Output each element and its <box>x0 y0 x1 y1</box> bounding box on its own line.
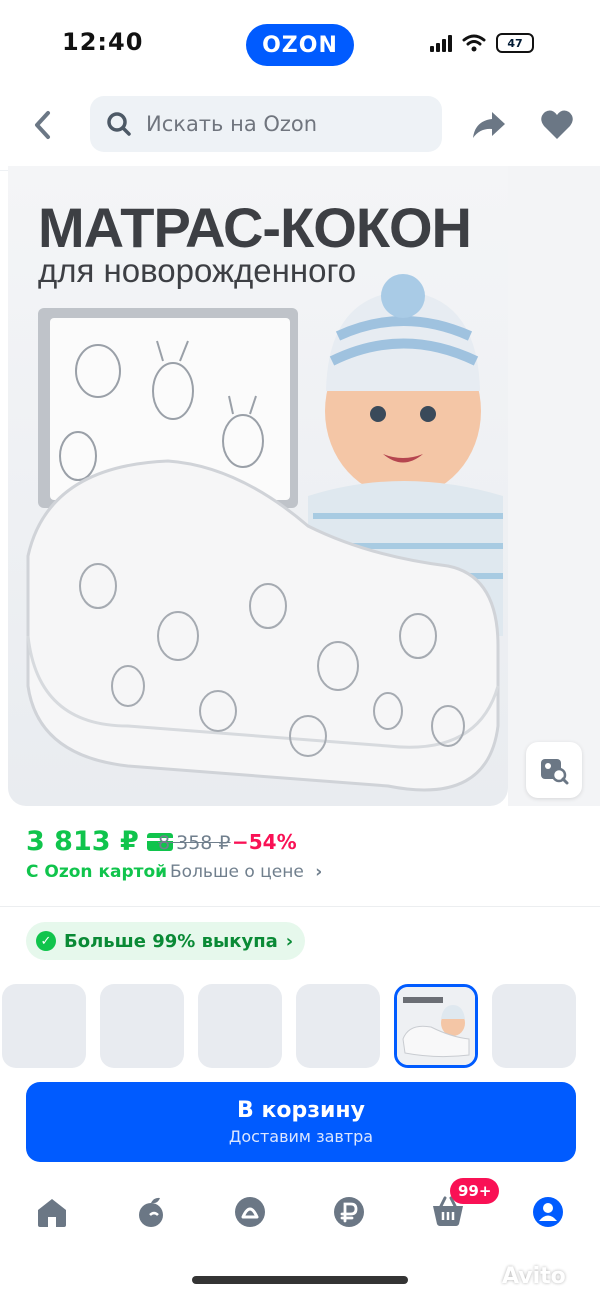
ozon-logo[interactable]: OZON <box>246 24 354 66</box>
share-icon[interactable] <box>470 108 508 142</box>
ozon-card-label[interactable]: С Ozon картой <box>26 862 167 882</box>
image-search-icon <box>541 759 569 785</box>
thumbnail[interactable] <box>100 984 184 1068</box>
nav-finance[interactable] <box>329 1192 369 1232</box>
buyout-badge[interactable]: ✓ Больше 99% выкупа › <box>26 922 306 960</box>
cart-badge: 99+ <box>450 1178 500 1204</box>
thumbnail[interactable] <box>296 984 380 1068</box>
add-to-cart-button[interactable]: В корзину Доставим завтра <box>26 1082 576 1162</box>
more-about-price-label: Больше о цене <box>170 862 304 882</box>
thumbnail-active[interactable] <box>394 984 478 1068</box>
search-bar[interactable]: Искать на Ozon <box>90 96 442 152</box>
signal-icon <box>430 34 452 52</box>
fresh-icon <box>139 1197 163 1227</box>
avito-watermark: Avito <box>502 1264 566 1289</box>
search-placeholder: Искать на Ozon <box>146 112 318 136</box>
heart-icon[interactable] <box>540 108 574 142</box>
nav-profile[interactable] <box>528 1192 568 1232</box>
chevron-right-icon: › <box>315 862 323 882</box>
mattress-illustration <box>26 274 503 792</box>
divider <box>0 906 600 907</box>
back-icon[interactable] <box>28 108 58 142</box>
thumbnail[interactable] <box>198 984 282 1068</box>
nav-sales[interactable] <box>230 1192 270 1232</box>
current-price: 3 813 ₽ <box>26 826 139 857</box>
status-indicators: 47 <box>430 30 550 56</box>
discount-badge: −54% <box>232 830 297 854</box>
chevron-right-icon: › <box>285 930 294 952</box>
search-icon <box>107 112 131 136</box>
delivery-label: Доставим завтра <box>228 1127 374 1146</box>
status-time: 12:40 <box>62 28 144 56</box>
profile-icon <box>533 1197 563 1227</box>
cart-button-label: В корзину <box>237 1098 365 1123</box>
next-image-preview[interactable] <box>508 166 600 806</box>
ruble-icon <box>334 1197 364 1227</box>
price-block[interactable]: 3 813 ₽ <box>26 826 173 857</box>
buyout-icon: ✓ <box>36 931 56 951</box>
old-price: 8 358 ₽ <box>158 832 231 854</box>
buyout-label: Больше 99% выкупа <box>64 930 278 952</box>
nav-home[interactable] <box>32 1192 72 1232</box>
home-indicator <box>192 1276 408 1284</box>
thumbnail[interactable] <box>2 984 86 1068</box>
battery-icon: 47 <box>496 33 534 53</box>
nav-fresh[interactable] <box>131 1192 171 1232</box>
image-search-button[interactable] <box>526 742 582 798</box>
wifi-icon <box>462 34 486 52</box>
thumbnail-image <box>397 987 475 1065</box>
sales-icon <box>235 1197 265 1227</box>
more-about-price-link[interactable]: Больше о цене › <box>170 862 322 882</box>
thumbnail[interactable] <box>492 984 576 1068</box>
product-image[interactable]: МАТРАС-КОКОН для новорожденного <box>8 166 508 806</box>
home-icon <box>38 1199 66 1227</box>
